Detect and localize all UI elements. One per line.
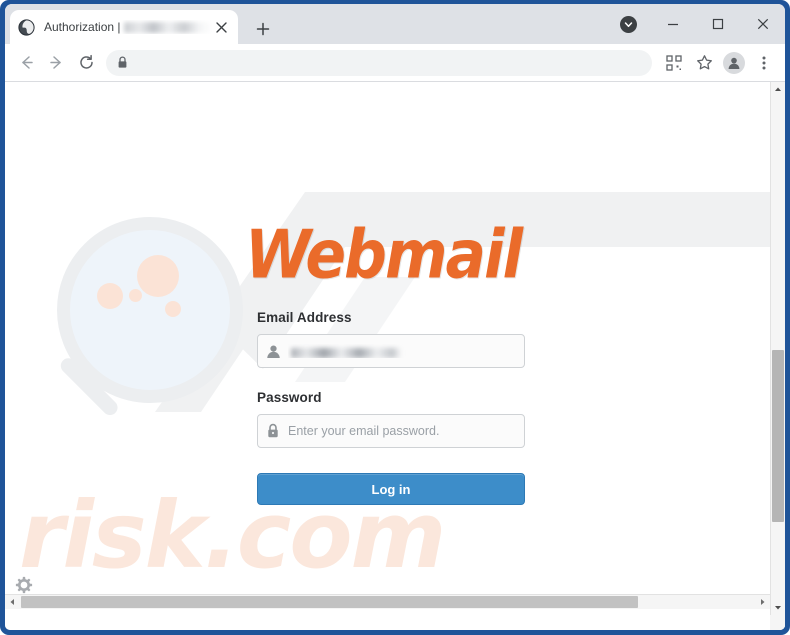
horizontal-scrollbar-thumb[interactable] [21, 596, 638, 608]
browser-window-frame: Authorization |thomas@prote.com [0, 0, 790, 635]
forward-icon[interactable] [41, 48, 71, 78]
horizontal-scrollbar[interactable] [5, 594, 770, 609]
scroll-left-arrow-icon[interactable] [5, 595, 20, 609]
tab-search-dropdown-button[interactable] [620, 16, 637, 33]
tab-close-icon[interactable] [212, 18, 230, 36]
avatar [723, 51, 745, 74]
tab-strip: Authorization |thomas@prote.com [5, 4, 785, 44]
browser-toolbar [5, 44, 785, 82]
vertical-scrollbar[interactable] [770, 82, 785, 630]
login-form: Email Address thomas@prote.com Password [257, 310, 525, 505]
person-icon [258, 344, 288, 359]
tab-title-prefix: Authorization | [44, 20, 121, 34]
profile-avatar-button[interactable] [719, 48, 749, 78]
qr-code-icon[interactable] [659, 48, 689, 78]
browser-tab[interactable]: Authorization |thomas@prote.com [10, 10, 238, 44]
three-dot-menu-icon[interactable] [749, 48, 779, 78]
globe-icon [18, 18, 35, 36]
scrollbar-corner [770, 615, 785, 630]
password-input-placeholder: Enter your email password. [288, 424, 440, 438]
email-input[interactable]: thomas@prote.com [257, 334, 525, 368]
back-icon[interactable] [11, 48, 41, 78]
maximize-button[interactable] [695, 7, 740, 41]
webmail-logo: Webmail [245, 216, 523, 295]
vertical-scrollbar-thumb[interactable] [772, 350, 784, 522]
lock-icon [258, 423, 288, 439]
new-tab-button[interactable] [249, 16, 277, 42]
scroll-down-arrow-icon[interactable] [771, 600, 785, 615]
scroll-up-arrow-icon[interactable] [771, 82, 785, 97]
tab-title-redacted: thomas@prote.com [123, 22, 210, 34]
toolbar-right-actions [659, 48, 779, 78]
page-viewport: risk.com Webmail Email Address thomas@p [5, 82, 785, 630]
password-field-label: Password [257, 390, 322, 405]
email-input-value: thomas@prote.com [288, 344, 524, 358]
webmail-login-page: risk.com Webmail Email Address thomas@p [5, 82, 770, 609]
lock-icon [117, 56, 130, 69]
scroll-right-arrow-icon[interactable] [755, 595, 770, 609]
close-window-button[interactable] [740, 7, 785, 41]
magnifier-watermark-icon [57, 217, 243, 419]
browser-chrome: Authorization |thomas@prote.com [5, 4, 785, 630]
window-controls [650, 4, 785, 44]
gear-icon[interactable] [15, 576, 33, 594]
address-bar[interactable] [106, 49, 652, 76]
reload-icon[interactable] [71, 48, 101, 78]
password-input[interactable]: Enter your email password. [257, 414, 525, 448]
email-field-label: Email Address [257, 310, 352, 325]
login-button[interactable]: Log in [257, 473, 525, 505]
minimize-button[interactable] [650, 7, 695, 41]
star-icon[interactable] [689, 48, 719, 78]
tab-title: Authorization |thomas@prote.com [44, 20, 212, 34]
